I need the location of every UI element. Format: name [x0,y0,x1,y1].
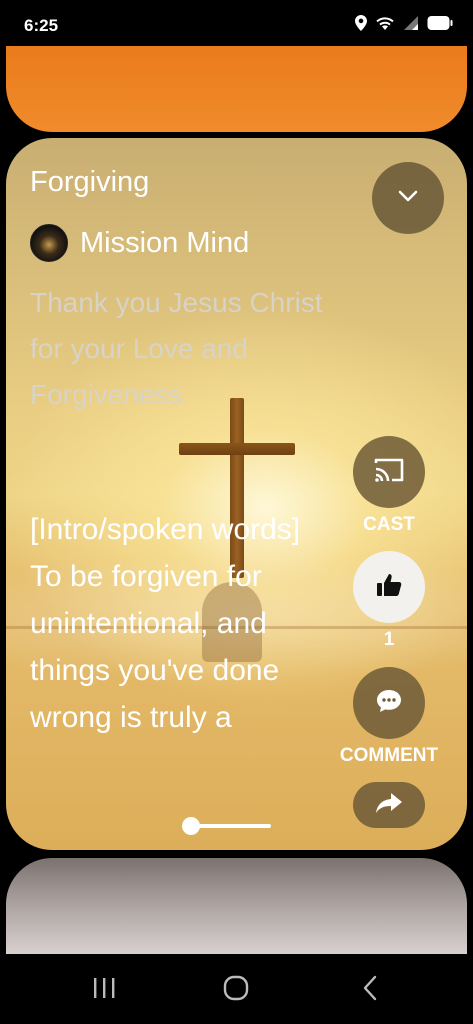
comment-button[interactable] [353,667,425,739]
cast-icon [374,457,404,488]
cast-label: CAST [363,514,415,535]
previous-video-card[interactable] [6,46,467,132]
back-icon [362,975,378,1006]
wifi-icon [375,15,395,36]
battery-icon [427,15,453,36]
progress-knob[interactable] [182,817,200,835]
signal-icon [403,15,419,36]
cast-button[interactable] [353,436,425,508]
location-icon [355,14,367,36]
share-button[interactable] [353,782,425,828]
recent-apps-button[interactable] [84,972,124,1008]
video-player-card[interactable]: Forgiving Mission Mind Thank you Jesus C… [6,138,467,850]
video-description: Thank you Jesus Christ for your Love and… [30,287,323,410]
comment-icon [375,688,403,719]
back-button[interactable] [350,972,390,1008]
channel-avatar[interactable] [30,224,68,262]
chevron-down-icon [397,189,419,208]
like-button[interactable] [353,551,425,623]
video-title: Forgiving [30,166,150,198]
cross-horizontal-beam [179,443,295,455]
collapse-button[interactable] [372,162,444,234]
channel-info[interactable]: Mission Mind [30,224,249,262]
status-time: 6:25 [24,16,59,35]
like-count: 1 [383,629,395,650]
home-icon [223,975,249,1006]
recent-apps-icon [92,977,116,1004]
channel-name[interactable]: Mission Mind [80,227,249,260]
lyrics-text: [Intro/spoken words] To be forgiven for … [30,513,301,734]
next-video-card[interactable] [6,858,467,954]
progress-track[interactable] [191,824,271,828]
share-arrow-icon [375,792,403,819]
home-button[interactable] [216,972,256,1008]
thumbs-up-icon [376,573,402,602]
status-icons [355,14,453,36]
system-nav-bar [0,954,473,1024]
status-bar: 6:25 [0,0,473,46]
comment-label: COMMENT [339,745,439,766]
